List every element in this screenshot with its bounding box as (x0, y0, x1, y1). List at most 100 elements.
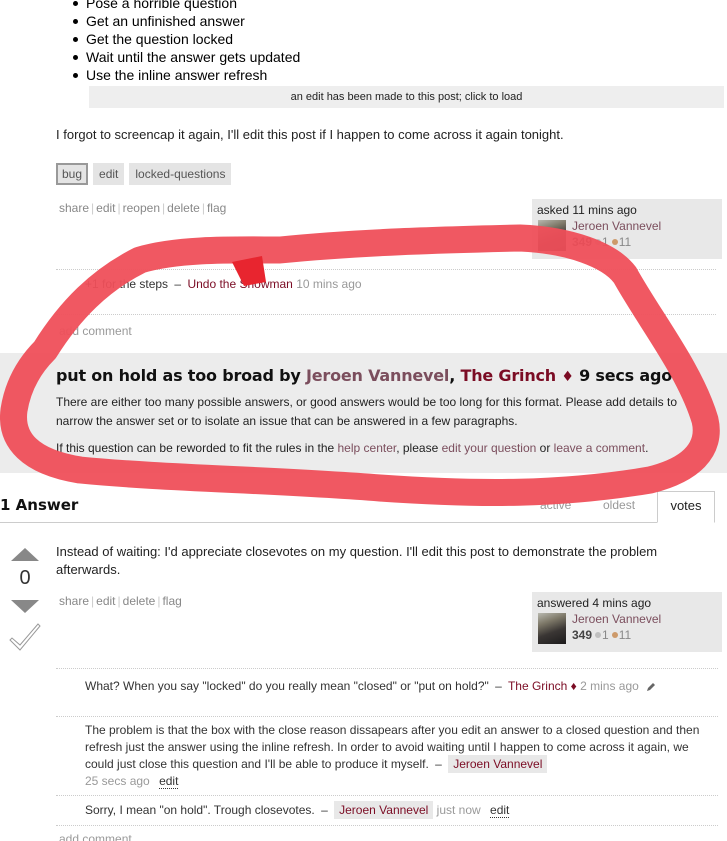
add-comment-link[interactable]: add comment (59, 324, 132, 338)
tag-bug[interactable]: bug (56, 163, 89, 185)
reopen-link[interactable]: reopen (123, 201, 160, 215)
comment-edit-link[interactable]: edit (490, 803, 510, 818)
reputation: 349 1 11 (572, 628, 631, 642)
flag-link[interactable]: flag (207, 201, 226, 215)
step-item: Get the question locked (72, 30, 300, 48)
hold-user-link[interactable]: Jeroen Vannevel (306, 366, 449, 385)
step-item: Wait until the answer gets updated (72, 49, 301, 65)
question-owner-card: asked 11 mins ago Jeroen Vannevel 349 1 11 (532, 199, 722, 259)
moderator-diamond-icon: ♦ (561, 369, 574, 385)
comment-dash: – (435, 757, 442, 771)
comment-user-link[interactable]: Undo the Snowman (187, 277, 292, 291)
steps-list: Pose a horrible question Get an unfinish… (72, 0, 301, 84)
tag-list: bug edit locked-questions (56, 163, 232, 185)
moderator-diamond-icon: ♦ (570, 679, 577, 693)
edit-link[interactable]: edit (96, 594, 115, 608)
hold-moderator-link[interactable]: The Grinch (460, 366, 556, 385)
comment-time: just now (436, 803, 481, 817)
comment-divider (56, 314, 716, 315)
hold-prefix: put on hold as too broad by (56, 366, 307, 385)
comment-text: Sorry, I mean "on hold". Trough closevot… (85, 803, 315, 817)
hold-comma: , (449, 366, 461, 385)
comment-divider (56, 269, 716, 270)
hold-time: 9 secs ago (573, 366, 673, 385)
comment-dash: – (321, 803, 328, 817)
hold-footer: If this question can be reworded to fit … (56, 441, 648, 455)
owner-name-link[interactable]: Jeroen Vannevel (572, 612, 661, 626)
answer-comment: The problem is that the box with the clo… (85, 722, 715, 790)
owner-name-link[interactable]: Jeroen Vannevel (572, 219, 661, 233)
hold-foot-text: . (645, 441, 649, 455)
flag-link[interactable]: flag (162, 594, 181, 608)
hold-foot-text: , please (396, 441, 442, 455)
step-item: Get an unfinished answer (72, 12, 300, 30)
help-center-link[interactable]: help center (338, 441, 397, 455)
reputation-score: 349 (572, 628, 593, 642)
edit-notice-banner[interactable]: an edit has been made to this post; clic… (89, 86, 724, 108)
silver-badge-count: 1 (602, 628, 609, 642)
tabs-divider (0, 522, 715, 523)
bronze-badge-icon (611, 632, 618, 639)
share-link[interactable]: share (59, 201, 89, 215)
silver-badge-icon (595, 632, 602, 639)
hold-foot-text: or (536, 441, 554, 455)
add-comment-link[interactable]: add comment (59, 832, 132, 841)
pencil-edit-icon[interactable] (646, 682, 656, 692)
comment-divider (56, 825, 718, 826)
comment-user-link[interactable]: Jeroen Vannevel (334, 801, 434, 819)
answer-comment: What? When you say "locked" do you reall… (85, 678, 656, 695)
question-post-menu: share | edit | reopen | delete | flag (59, 201, 227, 215)
answer-owner-card: answered 4 mins ago Jeroen Vannevel 349 1… (532, 592, 722, 652)
question-paragraph: I forgot to screencap it again, I'll edi… (56, 127, 564, 142)
vote-down-arrow-icon[interactable] (11, 600, 39, 613)
bronze-badge-count: 11 (618, 628, 632, 642)
tab-oldest[interactable]: oldest (603, 498, 635, 512)
hold-description: There are either too many possible answe… (56, 395, 678, 428)
silver-badge-icon (595, 239, 602, 246)
answer-comment: Sorry, I mean "on hold". Trough closevot… (85, 801, 510, 819)
comment-time: 25 secs ago (85, 774, 150, 788)
asked-time: asked 11 mins ago (537, 203, 637, 217)
bronze-badge-count: 11 (618, 235, 632, 249)
question-comment: +1 for the steps – Undo the Snowman 10 m… (85, 276, 362, 293)
tag-locked-questions[interactable]: locked-questions (129, 163, 232, 185)
answered-time: answered 4 mins ago (537, 596, 652, 610)
comment-time: 2 mins ago (580, 679, 639, 693)
comment-text: What? When you say "locked" do you reall… (85, 679, 489, 693)
step-item: Pose a horrible question (72, 0, 300, 12)
comment-text: +1 for the steps (85, 277, 169, 291)
avatar[interactable] (538, 220, 566, 251)
comment-divider (56, 668, 718, 669)
comment-text: The problem is that the box with the clo… (85, 723, 700, 771)
tab-active[interactable]: active (540, 498, 571, 512)
answer-body: Instead of waiting: I'd appreciate close… (56, 544, 658, 577)
delete-link[interactable]: delete (167, 201, 200, 215)
comment-time: 10 mins ago (296, 277, 362, 291)
leave-comment-link[interactable]: leave a comment (554, 441, 645, 455)
hold-foot-text: If this question can be reworded to fit … (56, 441, 338, 455)
silver-badge-count: 1 (602, 235, 609, 249)
comment-edit-link[interactable]: edit (159, 774, 179, 789)
bronze-badge-icon (611, 239, 618, 246)
reputation-score: 349 (572, 235, 593, 249)
reputation: 349 1 11 (572, 235, 631, 249)
answers-count-header: 1 Answer (0, 496, 79, 514)
vote-count: 0 (19, 567, 31, 589)
edit-question-link[interactable]: edit your question (442, 441, 537, 455)
comment-divider (56, 795, 718, 796)
hold-notice-title: put on hold as too broad by Jeroen Vanne… (56, 366, 672, 385)
avatar[interactable] (538, 613, 566, 644)
edit-link[interactable]: edit (96, 201, 115, 215)
share-link[interactable]: share (59, 594, 89, 608)
tab-votes[interactable]: votes (657, 491, 715, 523)
accept-checkmark-icon[interactable] (9, 622, 41, 652)
answer-post-menu: share | edit | delete | flag (59, 594, 182, 608)
comment-user-link[interactable]: The Grinch (508, 679, 567, 693)
delete-link[interactable]: delete (123, 594, 156, 608)
step-item: Use the inline answer refresh (72, 66, 300, 84)
vote-up-arrow-icon[interactable] (11, 548, 39, 561)
tag-edit[interactable]: edit (93, 163, 125, 185)
comment-user-link[interactable]: Jeroen Vannevel (448, 755, 548, 773)
comment-divider (56, 716, 718, 717)
comment-dash: – (174, 277, 182, 291)
